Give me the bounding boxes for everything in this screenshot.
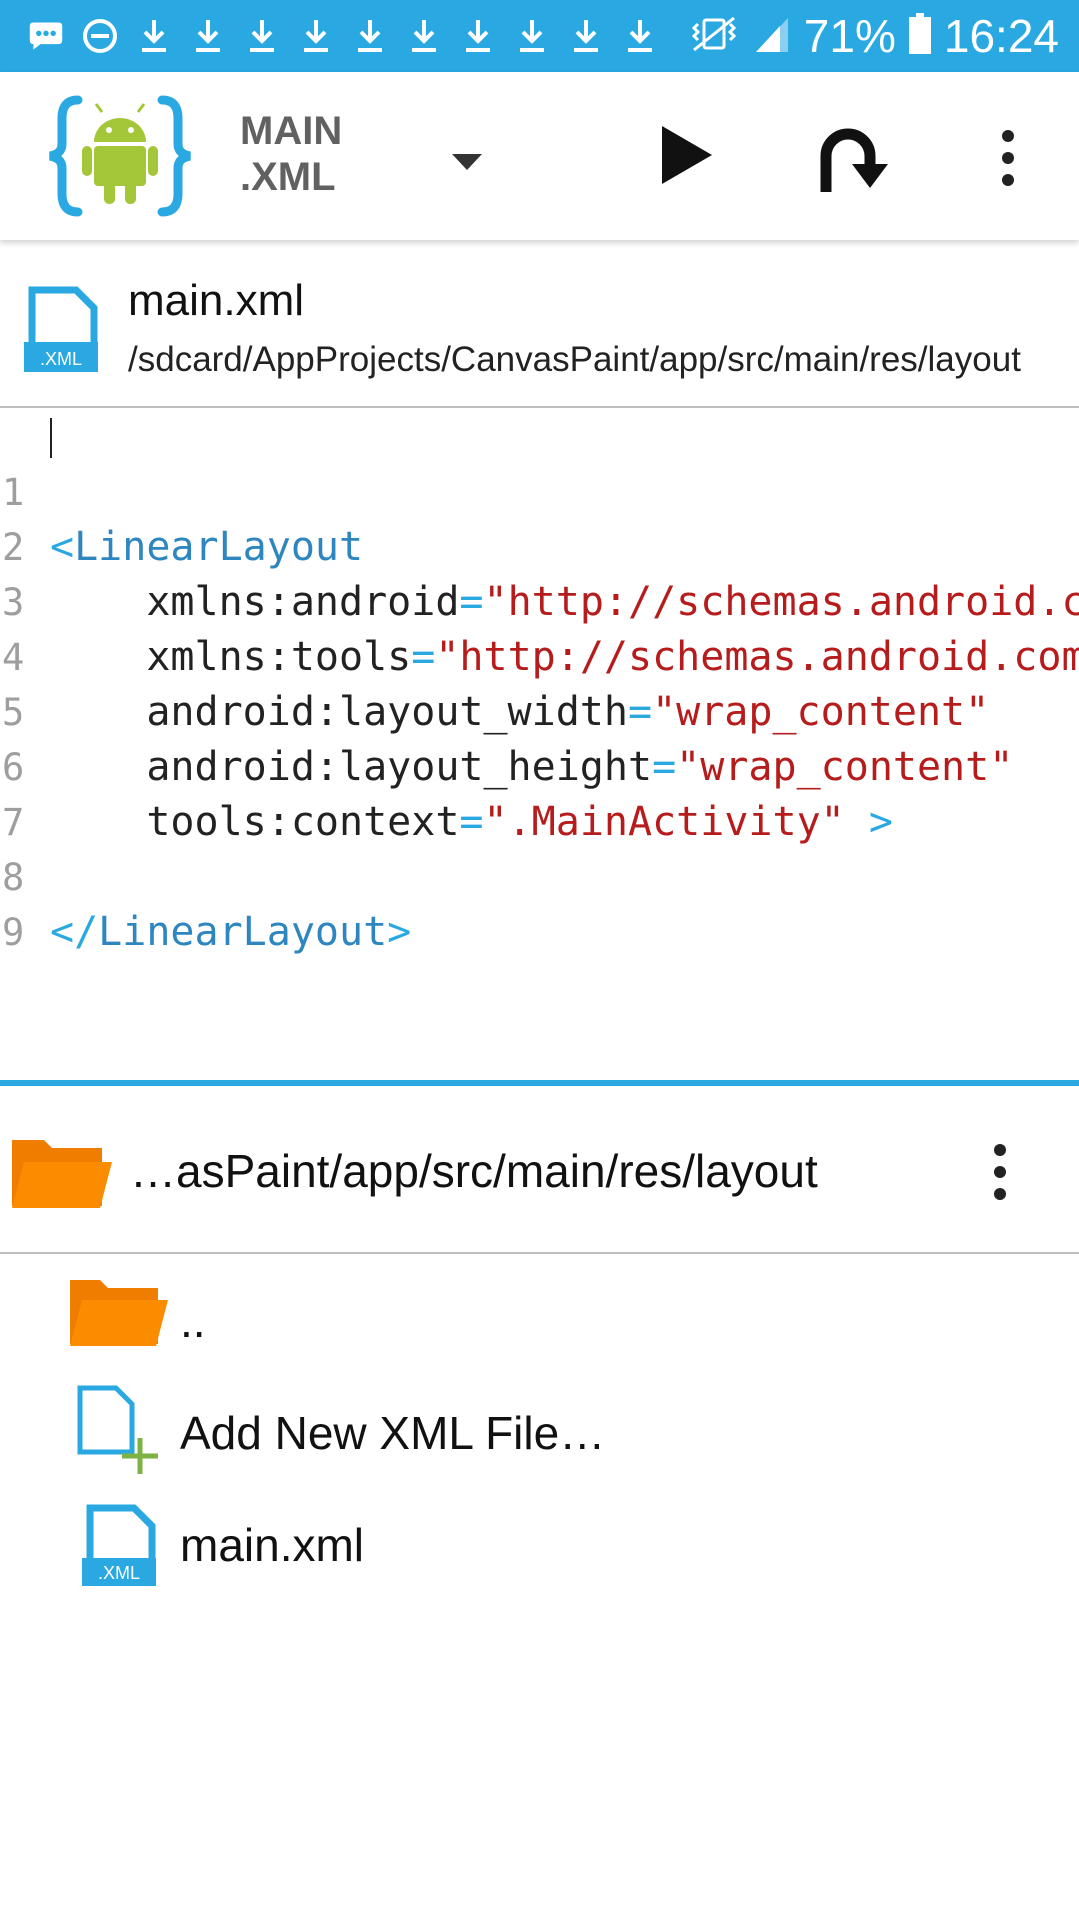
code-editor[interactable]: 1 <LinearLayout 2 xmlns:android="http://… [0,410,1079,1080]
download-icon [622,16,658,56]
code-line: 4 android:layout_width="wrap_content" [0,575,1079,735]
file-path: /sdcard/AppProjects/CanvasPaint/app/src/… [128,340,1021,379]
xml-file-icon: .XML [80,1504,158,1592]
list-item-add-new-xml[interactable]: Add New XML File… [0,1384,1079,1494]
app-bar: MAIN .XML [0,72,1079,240]
system-status: 71% 16:24 [688,8,1059,64]
battery-icon [908,13,932,59]
clock: 16:24 [943,10,1059,62]
code-line: 9 [0,850,1079,954]
list-item-label: main.xml [180,1519,365,1571]
list-item-label: .. [180,1295,206,1347]
download-icon [352,16,388,56]
more-vert-icon [994,1144,1006,1200]
code-line: 6 tools:context=".MainActivity" > [0,685,1079,845]
new-file-icon [76,1384,164,1484]
code-line: 7 [0,740,1079,844]
download-icon [244,16,280,56]
app-title-line1: MAIN [240,109,343,153]
play-icon [662,126,712,184]
redo-button[interactable] [812,122,888,194]
vibrate-icon [688,14,740,58]
notification-icons [28,14,658,58]
code-line: 2 xmlns:android="http://schemas.android.… [0,465,1079,625]
download-icon [514,16,550,56]
signal-icon [752,14,792,58]
chat-icon [28,16,64,56]
more-vert-icon [1002,130,1014,186]
xml-icon-label: .XML [40,349,82,369]
xml-file-icon: .XML [22,286,100,374]
list-item-main-xml[interactable]: .XML main.xml [0,1504,1079,1614]
more-options-button[interactable] [984,128,1032,188]
app-title-line2: .XML [240,155,336,199]
run-button[interactable] [656,122,720,188]
text-cursor [50,418,52,458]
dropdown-arrow-icon[interactable] [450,150,484,172]
file-name: main.xml [128,276,305,325]
code-line: 5 android:layout_height="wrap_content" [0,630,1079,790]
list-item-parent-directory[interactable]: .. [0,1276,1079,1386]
download-icon [190,16,226,56]
download-icon [406,16,442,56]
code-line: 1 <LinearLayout [0,410,1079,570]
do-not-disturb-icon [82,16,118,56]
file-browser-header: …asPaint/app/src/main/res/layout [0,1086,1079,1254]
tag-name: LinearLayout [98,909,388,955]
folder-icon [68,1276,168,1352]
list-item-label: Add New XML File… [180,1407,606,1459]
redo-icon [820,128,888,192]
file-selector[interactable]: MAIN .XML [240,108,342,200]
code-line: 3 xmlns:tools="http://schemas.android.co… [0,520,1079,680]
tag-close-bracket: > [387,909,412,955]
battery-percent: 71% [803,10,896,62]
download-icon [298,16,334,56]
android-logo-icon [44,92,196,220]
download-icon [136,16,172,56]
xml-icon-label: .XML [98,1563,140,1583]
download-icon [460,16,496,56]
status-bar: 71% 16:24 [0,0,1079,72]
file-header: .XML main.xml /sdcard/AppProjects/Canvas… [0,240,1079,408]
browser-more-options-button[interactable] [980,1142,1020,1202]
download-icon [568,16,604,56]
folder-icon [10,1136,112,1212]
current-directory-path: …asPaint/app/src/main/res/layout [130,1145,818,1197]
line-number: 9 [2,911,25,954]
code-line: 8 </LinearLayout> [0,795,1079,955]
